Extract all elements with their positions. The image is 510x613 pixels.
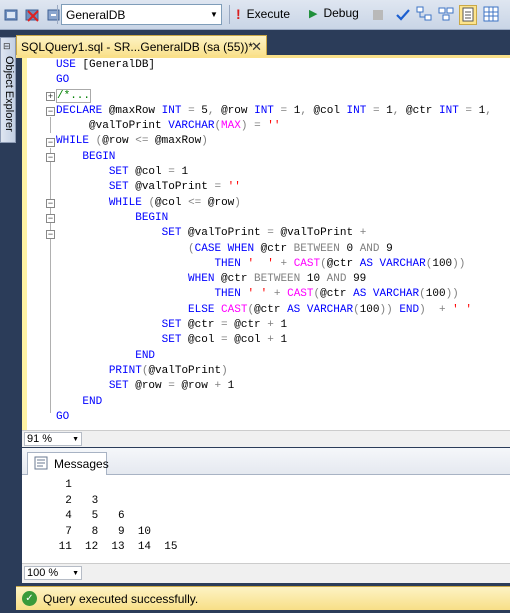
code-line: END	[135, 349, 156, 362]
code-line: SET @ctr = @ctr + 1	[161, 319, 288, 332]
results-to-grid-icon[interactable]	[483, 6, 499, 22]
results-zoom-bar: 100 % ▼	[22, 563, 510, 583]
execute-button[interactable]: ! Execute	[236, 6, 290, 22]
code-line: GO	[56, 410, 70, 423]
outline-line	[50, 117, 51, 133]
collapse-icon[interactable]: −	[46, 138, 55, 147]
execute-label: Execute	[246, 7, 291, 21]
code-line: THEN ' ' + CAST(@ctr AS VARCHAR(100))	[214, 288, 459, 301]
collapse-icon[interactable]: −	[46, 214, 55, 223]
results-zoom-value: 100 %	[27, 567, 59, 579]
output-line: 1	[52, 479, 72, 491]
debug-label: Debug	[323, 6, 359, 20]
close-icon[interactable]: ✕	[251, 39, 262, 55]
code-line: SET @col = 1	[108, 166, 189, 179]
code-line: /*...	[56, 88, 92, 103]
code-line: THEN ' ' + CAST(@ctr AS VARCHAR(100))	[214, 257, 466, 270]
database-select-value: GeneralDB	[66, 7, 126, 22]
pin-icon: ⊟	[3, 41, 11, 51]
chevron-down-icon[interactable]: ▼	[72, 570, 79, 577]
chevron-down-icon[interactable]: ▼	[72, 436, 79, 443]
output-line: 4 5 6	[52, 510, 125, 522]
code-line: WHILE (@col <= @row)	[108, 196, 241, 209]
execute-icon: !	[236, 6, 241, 22]
expand-icon[interactable]: +	[46, 92, 55, 101]
disconnect-icon[interactable]	[25, 7, 41, 23]
code-line: END	[82, 395, 103, 408]
debug-button[interactable]: ▶ Debug	[309, 6, 359, 20]
code-line: @valToPrint VARCHAR(MAX) = ''	[56, 120, 281, 133]
collapse-icon[interactable]: −	[46, 199, 55, 208]
output-line: 7 8 9 10	[52, 525, 152, 538]
results-to-text-icon[interactable]	[459, 5, 477, 25]
results-zoom-select[interactable]: 100 % ▼	[24, 566, 82, 580]
messages-icon	[34, 456, 48, 473]
editor-zoom-value: 91 %	[27, 433, 53, 445]
tab-messages[interactable]: Messages	[27, 452, 109, 475]
code-line: (CASE WHEN @ctr BETWEEN 0 AND 9	[188, 242, 393, 255]
editor-zoom-select[interactable]: 91 % ▼	[24, 432, 82, 446]
code-line: ELSE CAST(@ctr AS VARCHAR(100)) END) + '…	[188, 303, 472, 316]
success-check-icon: ✓	[22, 591, 37, 606]
query-options-icon[interactable]	[438, 6, 454, 22]
change-margin	[22, 58, 27, 430]
code-line: PRINT(@valToPrint)	[108, 364, 228, 377]
display-plan-icon[interactable]	[416, 6, 432, 22]
code-line: GO	[56, 74, 70, 87]
output-line: 11 12 13 14 15	[52, 541, 178, 553]
status-bar: ✓ Query executed successfully.	[16, 586, 510, 610]
play-icon: ▶	[309, 7, 318, 20]
code-line: SET @row = @row + 1	[108, 380, 235, 393]
toolbar: GeneralDB ▼ ! Execute ▶ Debug	[0, 0, 510, 30]
code-line: SET @col = @col + 1	[161, 334, 288, 347]
document-tab-title: SQLQuery1.sql - SR...GeneralDB (sa (55))…	[21, 39, 254, 54]
code-line: WHEN @ctr BETWEEN 10 AND 99	[188, 273, 367, 286]
editor-zoom-bar: 91 % ▼	[22, 430, 510, 447]
output-line: 2 3	[52, 494, 99, 507]
toolbar-separator	[57, 5, 58, 24]
outline-line	[50, 148, 51, 413]
tab-messages-label: Messages	[54, 457, 109, 471]
toolbar-separator	[229, 5, 230, 24]
collapse-icon[interactable]: −	[46, 107, 55, 116]
code-line: USE [GeneralDB]	[56, 59, 156, 71]
status-message: Query executed successfully.	[43, 591, 199, 606]
change-connection-icon[interactable]	[46, 7, 62, 23]
code-line: BEGIN	[135, 211, 169, 224]
collapse-icon[interactable]: −	[46, 230, 55, 239]
sql-code[interactable]: USE [GeneralDB] GO /*... DECLARE @maxRow…	[56, 58, 492, 425]
cancel-query-icon[interactable]	[370, 7, 386, 23]
database-select[interactable]: GeneralDB ▼	[61, 4, 222, 25]
parse-checkmark-icon[interactable]	[395, 7, 411, 23]
chevron-down-icon[interactable]: ▼	[207, 10, 221, 19]
code-line: DECLARE @maxRow INT = 5, @row INT = 1, @…	[56, 104, 492, 117]
object-explorer-label: Object Explorer	[3, 56, 15, 132]
collapse-icon[interactable]: −	[46, 153, 55, 162]
messages-output: 1 2 3 4 5 6 7 8 9 10 11 12 13 14 15	[52, 478, 178, 556]
code-line: SET @valToPrint = @valToPrint +	[161, 227, 367, 240]
code-line: SET @valToPrint = ''	[108, 181, 241, 194]
connect-icon[interactable]	[4, 7, 20, 23]
document-tab[interactable]: SQLQuery1.sql - SR...GeneralDB (sa (55))…	[16, 35, 267, 57]
code-line: BEGIN	[82, 150, 116, 163]
code-line: WHILE (@row <= @maxRow)	[56, 135, 208, 148]
